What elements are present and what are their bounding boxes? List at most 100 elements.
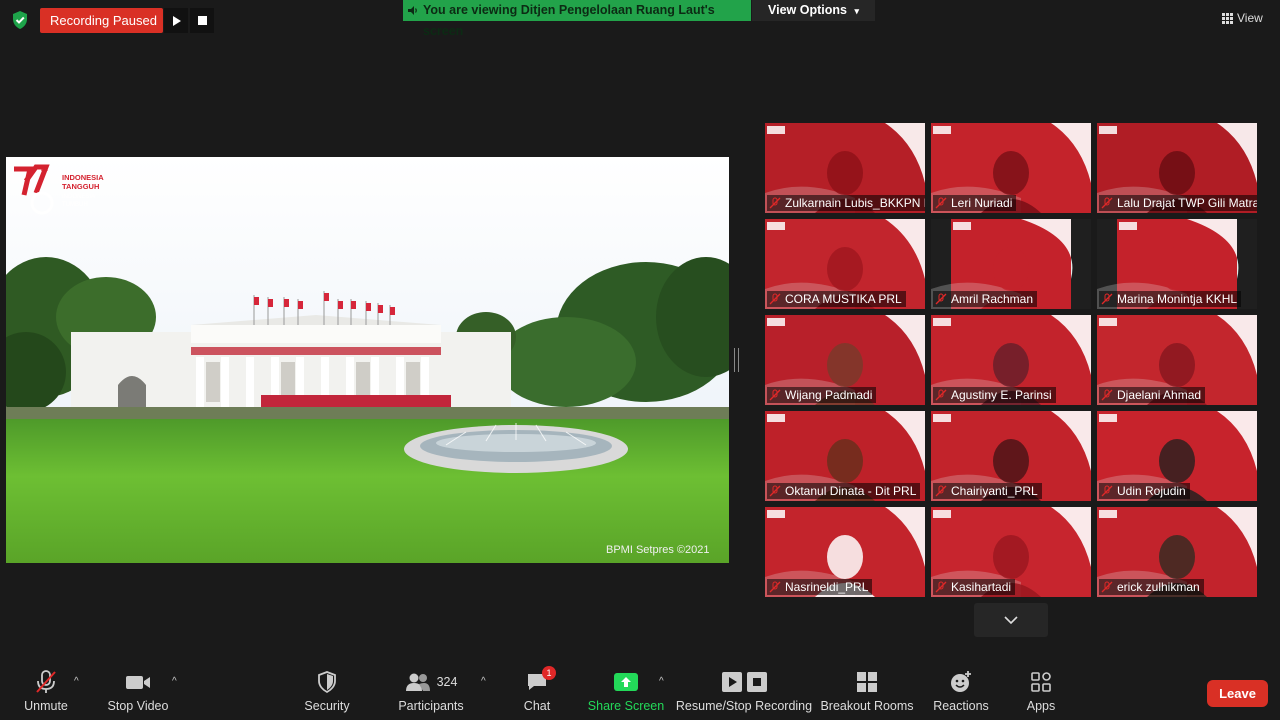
- participants-count: 324: [436, 675, 458, 689]
- participant-tile[interactable]: Leri Nuriadi: [931, 123, 1091, 213]
- participant-name-tag: Wijang Padmadi: [767, 387, 877, 403]
- resize-splitter-handle[interactable]: [734, 348, 739, 372]
- participant-name-tag: Oktanul Dinata - Dit PRL: [767, 483, 921, 499]
- participant-tile[interactable]: Marina Monintja KKHL: [1097, 219, 1257, 309]
- participant-tile[interactable]: erick zulhikman: [1097, 507, 1257, 597]
- participant-name: Nasrineldi_PRL: [785, 580, 869, 594]
- participant-tile[interactable]: Lalu Drajat TWP Gili Matra: [1097, 123, 1257, 213]
- participant-tile[interactable]: Oktanul Dinata - Dit PRL: [765, 411, 925, 501]
- participant-name: Djaelani Ahmad: [1117, 388, 1202, 402]
- participant-name-tag: Chairiyanti_PRL: [933, 483, 1042, 499]
- share-screen-button[interactable]: Share Screen: [588, 668, 664, 713]
- participant-name: Oktanul Dinata - Dit PRL: [785, 484, 917, 498]
- meeting-toolbar: Unmute ^ Stop Video ^ Security 324 Parti…: [0, 660, 1280, 720]
- resume-recording-button[interactable]: [164, 8, 188, 33]
- microphone-muted-icon: [1101, 389, 1113, 401]
- logo-line3: INDONESIA: [62, 194, 95, 200]
- participant-name: Amril Rachman: [951, 292, 1034, 306]
- microphone-muted-icon: [769, 293, 781, 305]
- stop-recording-button[interactable]: [190, 8, 214, 33]
- view-label: View: [1237, 11, 1263, 25]
- participant-tile[interactable]: Wijang Padmadi: [765, 315, 925, 405]
- participant-tile[interactable]: Amril Rachman: [931, 219, 1091, 309]
- participant-name: Lalu Drajat TWP Gili Matra: [1117, 196, 1257, 210]
- grid-icon: [1222, 12, 1233, 24]
- smiley-plus-icon: [951, 671, 971, 692]
- security-button[interactable]: Security: [302, 668, 352, 713]
- microphone-muted-icon: [1101, 485, 1113, 497]
- chat-unread-badge: 1: [542, 666, 556, 680]
- audio-options-caret[interactable]: ^: [74, 676, 84, 687]
- participant-name: erick zulhikman: [1117, 580, 1200, 594]
- participant-name: Zulkarnain Lubis_BKKPN Kupang: [785, 196, 925, 210]
- participant-tile[interactable]: CORA MUSTIKA PRL: [765, 219, 925, 309]
- microphone-muted-icon: [935, 197, 947, 209]
- leave-meeting-button[interactable]: Leave: [1207, 680, 1268, 707]
- participant-tile[interactable]: Udin Rojudin: [1097, 411, 1257, 501]
- chat-button[interactable]: 1 Chat: [520, 666, 556, 713]
- participant-name: CORA MUSTIKA PRL: [785, 292, 902, 306]
- palace-scene-image: TH INDONESIA TANGGUH INDONESIA TUMBUH BP…: [6, 157, 729, 563]
- breakout-rooms-button[interactable]: Breakout Rooms: [820, 668, 914, 713]
- video-options-caret[interactable]: ^: [172, 676, 182, 687]
- participant-name-tag: Agustiny E. Parinsi: [933, 387, 1056, 403]
- participant-name-tag: Udin Rojudin: [1099, 483, 1190, 499]
- participant-name: Wijang Padmadi: [785, 388, 873, 402]
- participant-name-tag: Leri Nuriadi: [933, 195, 1017, 211]
- participants-options-caret[interactable]: ^: [481, 676, 491, 687]
- participant-name-tag: Kasihartadi: [933, 579, 1016, 595]
- share-options-caret[interactable]: ^: [659, 676, 669, 687]
- watermark-text: BPMI Setpres ©2021: [606, 544, 710, 556]
- participant-tile[interactable]: Djaelani Ahmad: [1097, 315, 1257, 405]
- apps-icon: [1031, 672, 1051, 692]
- view-layout-button[interactable]: View: [1222, 6, 1270, 30]
- logo-line2: TANGGUH: [62, 182, 99, 191]
- security-shield-icon: [13, 11, 27, 29]
- microphone-muted-icon: [1101, 197, 1113, 209]
- chevron-down-icon: ▾: [854, 6, 859, 16]
- microphone-muted-icon: [935, 293, 947, 305]
- logo-line1: INDONESIA: [62, 173, 104, 182]
- stop-icon: [746, 672, 767, 692]
- participant-name: Udin Rojudin: [1117, 484, 1186, 498]
- view-options-dropdown[interactable]: View Options ▾: [752, 0, 875, 21]
- reactions-label: Reactions: [933, 699, 989, 713]
- stop-icon: [197, 16, 207, 25]
- participant-name-tag: Amril Rachman: [933, 291, 1038, 307]
- microphone-muted-icon: [1101, 581, 1113, 593]
- resume-stop-recording-button[interactable]: Resume/Stop Recording: [675, 668, 813, 713]
- stop-video-button[interactable]: Stop Video: [106, 668, 170, 713]
- play-icon: [172, 15, 181, 26]
- microphone-muted-icon: [935, 485, 947, 497]
- participant-tile[interactable]: Nasrineldi_PRL: [765, 507, 925, 597]
- participants-label: Participants: [398, 699, 464, 713]
- participants-button[interactable]: 324 Participants: [398, 668, 464, 713]
- recording-label: Resume/Stop Recording: [675, 699, 813, 713]
- chat-label: Chat: [523, 699, 551, 713]
- reactions-button[interactable]: Reactions: [932, 668, 990, 713]
- participant-name: Marina Monintja KKHL: [1117, 292, 1238, 306]
- viewing-screen-banner: You are viewing Ditjen Pengelolaan Ruang…: [403, 0, 751, 38]
- participant-tile[interactable]: Kasihartadi: [931, 507, 1091, 597]
- logo-sup-text: TH: [40, 167, 48, 173]
- participant-name-tag: Marina Monintja KKHL: [1099, 291, 1242, 307]
- play-icon: [721, 672, 742, 692]
- participant-name: Leri Nuriadi: [951, 196, 1013, 210]
- stop-video-label: Stop Video: [107, 699, 169, 713]
- apps-button[interactable]: Apps: [1024, 668, 1058, 713]
- microphone-muted-icon: [935, 389, 947, 401]
- unmute-button[interactable]: Unmute: [22, 668, 70, 713]
- participants-icon: [405, 673, 430, 691]
- chevron-down-icon: [1004, 616, 1018, 624]
- participant-name-tag: CORA MUSTIKA PRL: [767, 291, 906, 307]
- participant-tile[interactable]: Chairiyanti_PRL: [931, 411, 1091, 501]
- participant-name: Chairiyanti_PRL: [951, 484, 1038, 498]
- gallery-next-page-button[interactable]: [974, 603, 1048, 637]
- participant-tile[interactable]: Zulkarnain Lubis_BKKPN Kupang: [765, 123, 925, 213]
- participant-name: Agustiny E. Parinsi: [951, 388, 1052, 402]
- apps-label: Apps: [1026, 699, 1056, 713]
- participant-name-tag: erick zulhikman: [1099, 579, 1204, 595]
- participant-name: Kasihartadi: [951, 580, 1012, 594]
- participant-name-tag: Djaelani Ahmad: [1099, 387, 1206, 403]
- participant-tile[interactable]: Agustiny E. Parinsi: [931, 315, 1091, 405]
